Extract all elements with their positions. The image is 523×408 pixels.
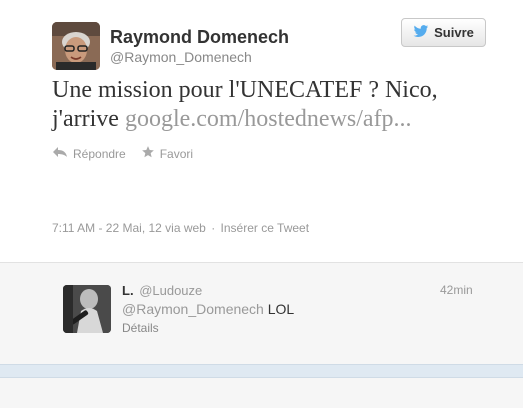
- reply-arrow-icon: [52, 146, 68, 161]
- reply-author-name: L.: [122, 283, 134, 298]
- tweet-actions: Répondre Favori: [52, 145, 193, 162]
- replies-section: L. @Ludouze 42min @Raymon_Domenech LOL D…: [0, 262, 523, 364]
- reply-text: @Raymon_Domenech LOL: [122, 301, 294, 317]
- star-icon: [141, 145, 155, 162]
- reply-time[interactable]: 42min: [440, 283, 473, 297]
- tweet-timestamp[interactable]: 7:11 AM - 22 Mai, 12 via web: [52, 221, 206, 235]
- favorite-label: Favori: [159, 146, 194, 161]
- follow-label: Suivre: [434, 25, 474, 40]
- twitter-bird-icon: [413, 24, 429, 41]
- tweet-card: Raymond Domenech @Raymon_Domenech Suivre…: [0, 0, 523, 262]
- reply-details-link[interactable]: Détails: [122, 321, 159, 335]
- tweet-text: Une mission pour l'UNECATEF ? Nico, j'ar…: [52, 76, 492, 134]
- favorite-button[interactable]: Favori: [141, 145, 193, 162]
- author-name[interactable]: Raymond Domenech: [110, 27, 289, 48]
- reply-mention[interactable]: @Raymon_Domenech: [122, 301, 264, 317]
- follow-button[interactable]: Suivre: [401, 18, 486, 47]
- meta-separator: ·: [211, 221, 216, 235]
- embed-tweet-link[interactable]: Insérer ce Tweet: [221, 221, 310, 235]
- reply-body: LOL: [267, 301, 295, 317]
- reply-avatar[interactable]: [63, 285, 111, 333]
- author-handle[interactable]: @Raymon_Domenech: [110, 49, 252, 65]
- reply-button[interactable]: Répondre: [52, 145, 126, 162]
- reply-author[interactable]: L. @Ludouze: [122, 283, 202, 298]
- avatar[interactable]: [52, 22, 100, 70]
- tweet-link[interactable]: google.com/hostednews/afp...: [125, 106, 412, 132]
- reply-label: Répondre: [73, 146, 126, 161]
- divider-band: [0, 364, 523, 378]
- tweet-meta: 7:11 AM - 22 Mai, 12 via web · Insérer c…: [52, 221, 309, 235]
- reply-author-handle: @Ludouze: [139, 283, 203, 298]
- bottom-area: [0, 378, 523, 408]
